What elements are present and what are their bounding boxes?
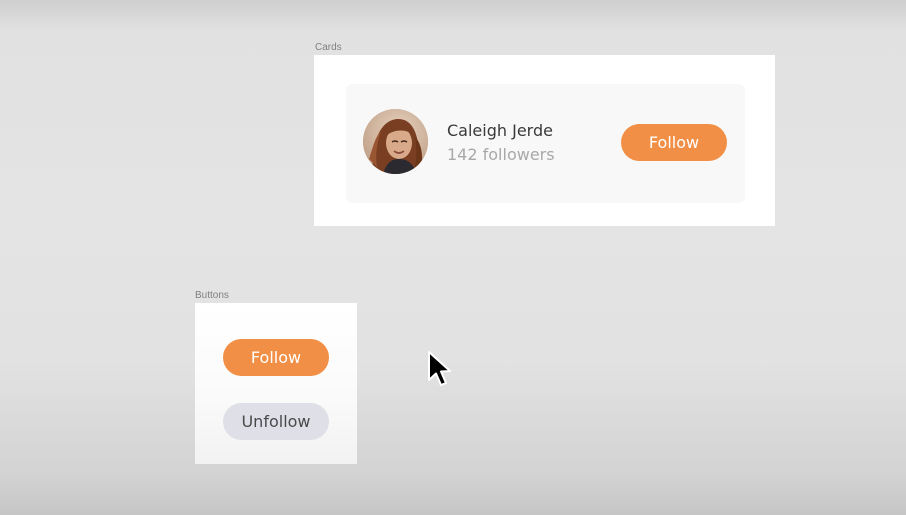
user-card: Caleigh Jerde 142 followers Follow bbox=[346, 84, 745, 203]
buttons-frame[interactable]: Follow Unfollow bbox=[195, 303, 357, 464]
follow-button[interactable]: Follow bbox=[621, 124, 727, 161]
user-name: Caleigh Jerde bbox=[447, 121, 553, 140]
cards-frame-label[interactable]: Cards bbox=[315, 42, 342, 53]
mouse-pointer-icon bbox=[426, 350, 460, 390]
unfollow-button-component[interactable]: Unfollow bbox=[223, 403, 329, 440]
buttons-frame-label[interactable]: Buttons bbox=[195, 290, 229, 301]
follower-count: 142 followers bbox=[447, 145, 555, 164]
avatar-photo bbox=[363, 109, 428, 174]
follow-button-component[interactable]: Follow bbox=[223, 339, 329, 376]
cards-frame[interactable]: Caleigh Jerde 142 followers Follow bbox=[314, 55, 775, 226]
avatar bbox=[363, 109, 428, 174]
